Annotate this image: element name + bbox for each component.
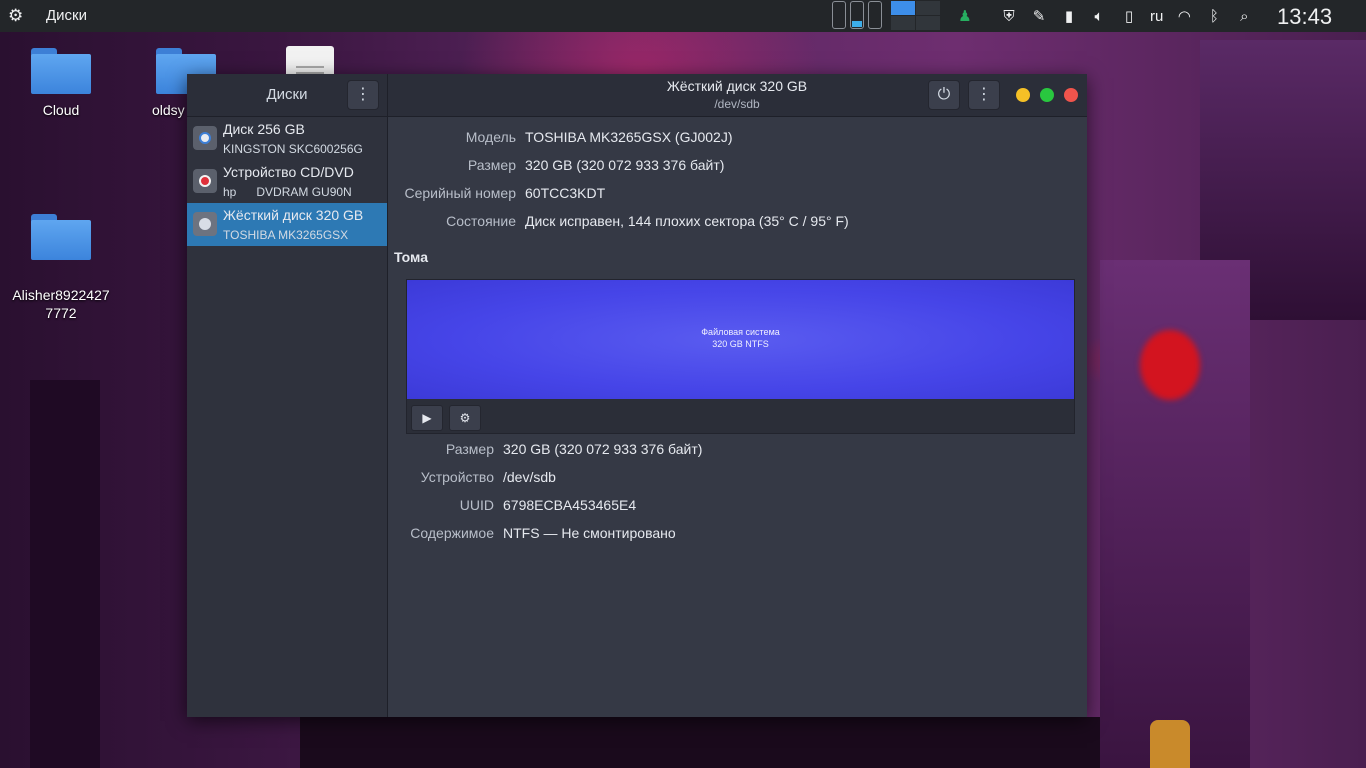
vol-uuid-value: 6798ECBA453465E4 <box>503 497 637 513</box>
volume-partition[interactable]: Файловая система 320 GB NTFS <box>407 280 1074 399</box>
wallpaper-figure <box>1150 720 1190 768</box>
state-label: Состояние <box>446 213 516 229</box>
desktop-3[interactable] <box>891 16 915 30</box>
desktop-icon-cloud[interactable]: Cloud <box>6 48 116 118</box>
serial-value: 60TCC3KDT <box>525 185 606 201</box>
drive-item[interactable]: Устройство CD/DVD hp DVDRAM GU90N <box>187 160 387 203</box>
size-value: 320 GB (320 072 933 376 байт) <box>525 157 725 173</box>
drive-model: KINGSTON SKC600256G <box>223 142 363 156</box>
vol-uuid-label: UUID <box>459 497 494 513</box>
state-value: Диск исправен, 144 плохих сектора (35° C… <box>525 213 849 229</box>
drive-name: Жёсткий диск 320 GB <box>223 207 364 223</box>
wallpaper-red-light <box>1140 330 1200 400</box>
drive-model: hp DVDRAM GU90N <box>223 185 352 199</box>
kde-launcher-icon[interactable]: ⚙ <box>8 6 23 26</box>
minimize-button[interactable] <box>1016 88 1030 102</box>
user-icon[interactable]: ♟ <box>956 7 974 25</box>
volume-icon[interactable]: 🔈︎ <box>1090 8 1108 25</box>
partition-settings-button[interactable]: ⚙ <box>449 405 481 431</box>
drive-name: Устройство CD/DVD <box>223 164 354 180</box>
maximize-button[interactable] <box>1040 88 1054 102</box>
close-button[interactable] <box>1064 88 1078 102</box>
app-menu-button[interactable]: ⋮ <box>347 80 379 110</box>
disks-window: Диски ⋮ Жёсткий диск 320 GB /dev/sdb ⏻ ⋮… <box>187 74 1087 717</box>
play-icon: ▶ <box>422 411 432 425</box>
model-value: TOSHIBA MK3265GSX (GJ002J) <box>525 129 733 145</box>
vol-size-value: 320 GB (320 072 933 376 байт) <box>503 441 703 457</box>
desktop-1[interactable] <box>891 1 915 15</box>
header-bar: Диски ⋮ Жёсткий диск 320 GB /dev/sdb ⏻ ⋮ <box>187 74 1087 117</box>
virtual-desktop-pager[interactable] <box>891 1 940 30</box>
activity-pager[interactable] <box>832 1 882 31</box>
size-label: Размер <box>467 157 516 173</box>
drive-model: TOSHIBA MK3265GSX <box>223 228 349 242</box>
active-app-title: Диски <box>46 7 87 24</box>
drive-item-selected[interactable]: Жёсткий диск 320 GB TOSHIBA MK3265GSX <box>187 203 387 246</box>
wallpaper-pillar <box>30 380 100 768</box>
power-off-button[interactable]: ⏻ <box>928 80 960 110</box>
drive-item[interactable]: Диск 256 GB KINGSTON SKC600256G <box>187 117 387 160</box>
drive-name: Диск 256 GB <box>223 121 305 137</box>
desktop-icon-alisher[interactable]: Alisher8922427 7772 <box>6 196 116 340</box>
disk-icon <box>193 126 217 150</box>
vol-device-value: /dev/sdb <box>503 469 556 485</box>
wallpaper-foreground <box>300 717 1100 768</box>
gears-icon: ⚙ <box>459 411 471 425</box>
vol-content-value: NTFS — Не смонтировано <box>503 525 676 541</box>
volume-map: Файловая система 320 GB NTFS ▶ ⚙ <box>406 279 1075 434</box>
volumes-heading: Тома <box>394 249 428 265</box>
top-panel: ⚙ Диски ♟ ⛨ ✎ ▮ 🔈︎ ▯ ru ◠ ᛒ ⌕ 13:43 <box>0 0 1366 32</box>
wifi-icon[interactable]: ◠ <box>1175 7 1193 25</box>
partition-size: 320 GB NTFS <box>712 339 769 349</box>
desktop-2[interactable] <box>916 1 940 15</box>
hard-disk-icon <box>193 212 217 236</box>
shield-icon[interactable]: ⛨ <box>1000 8 1018 25</box>
system-tray: ♟ ⛨ ✎ ▮ 🔈︎ ▯ ru ◠ ᛒ ⌕ <box>956 0 1253 32</box>
vol-device-label: Устройство <box>420 469 494 485</box>
bluetooth-icon[interactable]: ᛒ <box>1205 8 1223 25</box>
folder-icon <box>31 214 91 260</box>
model-label: Модель <box>465 129 516 145</box>
serial-label: Серийный номер <box>404 185 516 201</box>
optical-drive-icon <box>193 169 217 193</box>
battery-icon[interactable]: ▮ <box>1060 7 1078 25</box>
usb-device-icon[interactable]: ▯ <box>1120 7 1138 25</box>
desktop-icon-label: Cloud <box>42 102 80 118</box>
drive-details: Модель TOSHIBA MK3265GSX (GJ002J) Размер… <box>388 117 1087 717</box>
drive-menu-button[interactable]: ⋮ <box>968 80 1000 110</box>
vol-content-label: Содержимое <box>410 525 494 541</box>
header-separator <box>387 74 388 116</box>
pager-cell[interactable] <box>868 1 882 29</box>
clipboard-icon[interactable]: ✎ <box>1030 7 1048 25</box>
desktop-4[interactable] <box>916 16 940 30</box>
vol-size-label: Размер <box>445 441 494 457</box>
search-icon[interactable]: ⌕ <box>1235 8 1253 25</box>
pager-cell[interactable] <box>832 1 846 29</box>
folder-icon <box>31 48 91 94</box>
partition-type: Файловая система <box>701 327 780 337</box>
mount-button[interactable]: ▶ <box>411 405 443 431</box>
clock[interactable]: 13:43 <box>1277 4 1332 30</box>
window-title: Жёсткий диск 320 GB <box>666 78 808 94</box>
drive-list: Диск 256 GB KINGSTON SKC600256G Устройст… <box>187 117 388 717</box>
desktop-icon-label: Alisher8922427 7772 <box>12 287 110 321</box>
pager-cell-active[interactable] <box>850 1 864 29</box>
keyboard-layout[interactable]: ru <box>1150 8 1163 25</box>
window-subtitle: /dev/sdb <box>714 97 760 111</box>
